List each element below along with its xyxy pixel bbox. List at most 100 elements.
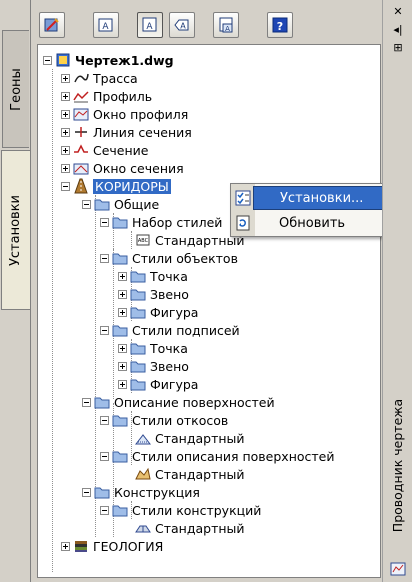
tree-item-label: Общие [114,196,160,212]
tree-item-label: Окно профиля [93,106,189,122]
expand-toggle[interactable] [61,127,70,137]
tree-item-slope-styles[interactable]: Стили откосов [100,411,228,429]
expand-toggle[interactable] [118,289,127,299]
collapse-toggle[interactable] [100,253,109,263]
tree-item-standard[interactable]: Стандартный [135,519,245,537]
tree-item-sample-line[interactable]: Линия сечения [61,123,192,141]
tree-item-label: Стили конструкций [132,502,262,518]
tree-item-link[interactable]: Звено [118,357,189,375]
label-style-button-3[interactable]: A [169,12,195,38]
expand-toggle[interactable] [61,91,70,101]
folder-icon [112,253,128,265]
label-style-button-1[interactable]: A [93,12,119,38]
tree-item-label: Описание поверхностей [114,394,275,410]
tree-item-general[interactable]: Общие [82,195,159,213]
palette-title-bar: ✕ ◂| ⊞ Проводник чертежа [382,0,412,582]
assembly-style-icon [135,525,151,533]
context-menu-label: Обновить [279,215,346,231]
label-style-icon-1: A [98,18,113,32]
tree-item-label: Стили объектов [132,250,238,266]
label-style-icon-3: A [174,19,189,31]
context-menu-refresh[interactable]: Обновить [231,211,407,235]
tree-item-label: Сечение [93,142,149,158]
properties-icon[interactable]: ⊞ [391,42,405,54]
tree-item-assembly-styles[interactable]: Стили конструкций [100,501,261,519]
geology-icon [75,541,87,552]
tree-item-label: Стили откосов [132,412,229,428]
expand-toggle[interactable] [61,145,70,155]
expand-toggle[interactable] [118,307,127,317]
expand-toggle[interactable] [118,343,127,353]
tree-item-surface-description-styles[interactable]: Стили описания поверхностей [100,447,334,465]
collapse-toggle[interactable] [82,397,91,407]
tree-item-label: Окно сечения [93,160,184,176]
expand-toggle[interactable] [61,541,70,551]
tree-item-geology[interactable]: ГЕОЛОГИЯ [61,537,163,555]
auto-hide-icon[interactable]: ◂| [391,24,405,36]
tree-item-standard[interactable]: Стандартный [135,465,245,483]
label-style-button-4[interactable]: A [213,12,239,38]
tree-item-label: Стандартный [155,430,245,446]
tree-root[interactable]: Чертеж1.dwg [43,51,174,69]
expand-toggle[interactable] [118,379,127,389]
help-button[interactable]: ? [267,12,293,38]
tree-item-point[interactable]: Точка [118,267,188,285]
collapse-toggle[interactable] [100,415,109,425]
collapse-toggle[interactable] [43,55,52,65]
folder-icon [112,451,128,463]
folder-icon [94,487,110,499]
collapse-toggle[interactable] [100,451,109,461]
tree-item-link[interactable]: Звено [118,285,189,303]
collapse-toggle[interactable] [100,325,109,335]
tree-item-style-set[interactable]: Набор стилей [100,213,222,231]
settings-panel: A A A A ? Чертеж1.dwg Трасса Профиль Окн… [30,0,382,582]
tree-item-alignment[interactable]: Трасса [61,69,138,87]
expand-toggle[interactable] [61,73,70,83]
tree-item-profile[interactable]: Профиль [61,87,152,105]
tree-item-label: Линия сечения [93,124,192,140]
tree-item-label-styles[interactable]: Стили подписей [100,321,240,339]
tree-line [131,231,132,249]
tab-geons[interactable]: Геоны [2,30,29,148]
profile-view-icon [73,108,89,121]
tab-settings[interactable]: Установки [1,150,30,310]
expand-toggle[interactable] [118,271,127,281]
tree-item-assembly[interactable]: Конструкция [82,483,200,501]
expand-toggle[interactable] [61,163,70,173]
tree-item-label: Набор стилей [132,214,223,230]
svg-text:A: A [225,25,230,33]
collapse-toggle[interactable] [61,181,70,191]
palette-icon [390,562,406,576]
collapse-toggle[interactable] [82,487,91,497]
tree-item-shape[interactable]: Фигура [118,375,198,393]
tree-item-label: Точка [150,268,188,284]
folder-icon [94,199,110,211]
context-menu-label: Установки... [280,190,364,206]
tree-item-profile-view[interactable]: Окно профиля [61,105,188,123]
refresh-icon [236,215,250,231]
tree-item-section-view[interactable]: Окно сечения [61,159,184,177]
svg-text:?: ? [277,20,283,33]
expand-toggle[interactable] [118,361,127,371]
tree-item-object-styles[interactable]: Стили объектов [100,249,238,267]
tree-item-shape[interactable]: Фигура [118,303,198,321]
collapse-toggle[interactable] [100,217,109,227]
label-style-button-2[interactable]: A [137,12,163,38]
tree-item-standard[interactable]: ABC Стандартный [135,231,245,249]
folder-icon [112,217,128,229]
corridor-icon [74,178,88,194]
slope-style-icon [135,434,151,445]
expand-toggle[interactable] [61,109,70,119]
toolbar: A A A A ? [39,6,379,38]
tab-settings-label: Установки [8,194,24,266]
close-icon[interactable]: ✕ [391,6,405,18]
collapse-toggle[interactable] [82,199,91,209]
tree-item-corridors[interactable]: КОРИДОРЫ [61,177,171,195]
tree-item-surface-description[interactable]: Описание поверхностей [82,393,275,411]
svg-text:A: A [102,22,109,32]
settings-edit-button[interactable] [39,12,65,38]
tree-item-section[interactable]: Сечение [61,141,148,159]
tree-item-point[interactable]: Точка [118,339,188,357]
collapse-toggle[interactable] [100,505,109,515]
tree-item-standard[interactable]: Стандартный [135,429,245,447]
